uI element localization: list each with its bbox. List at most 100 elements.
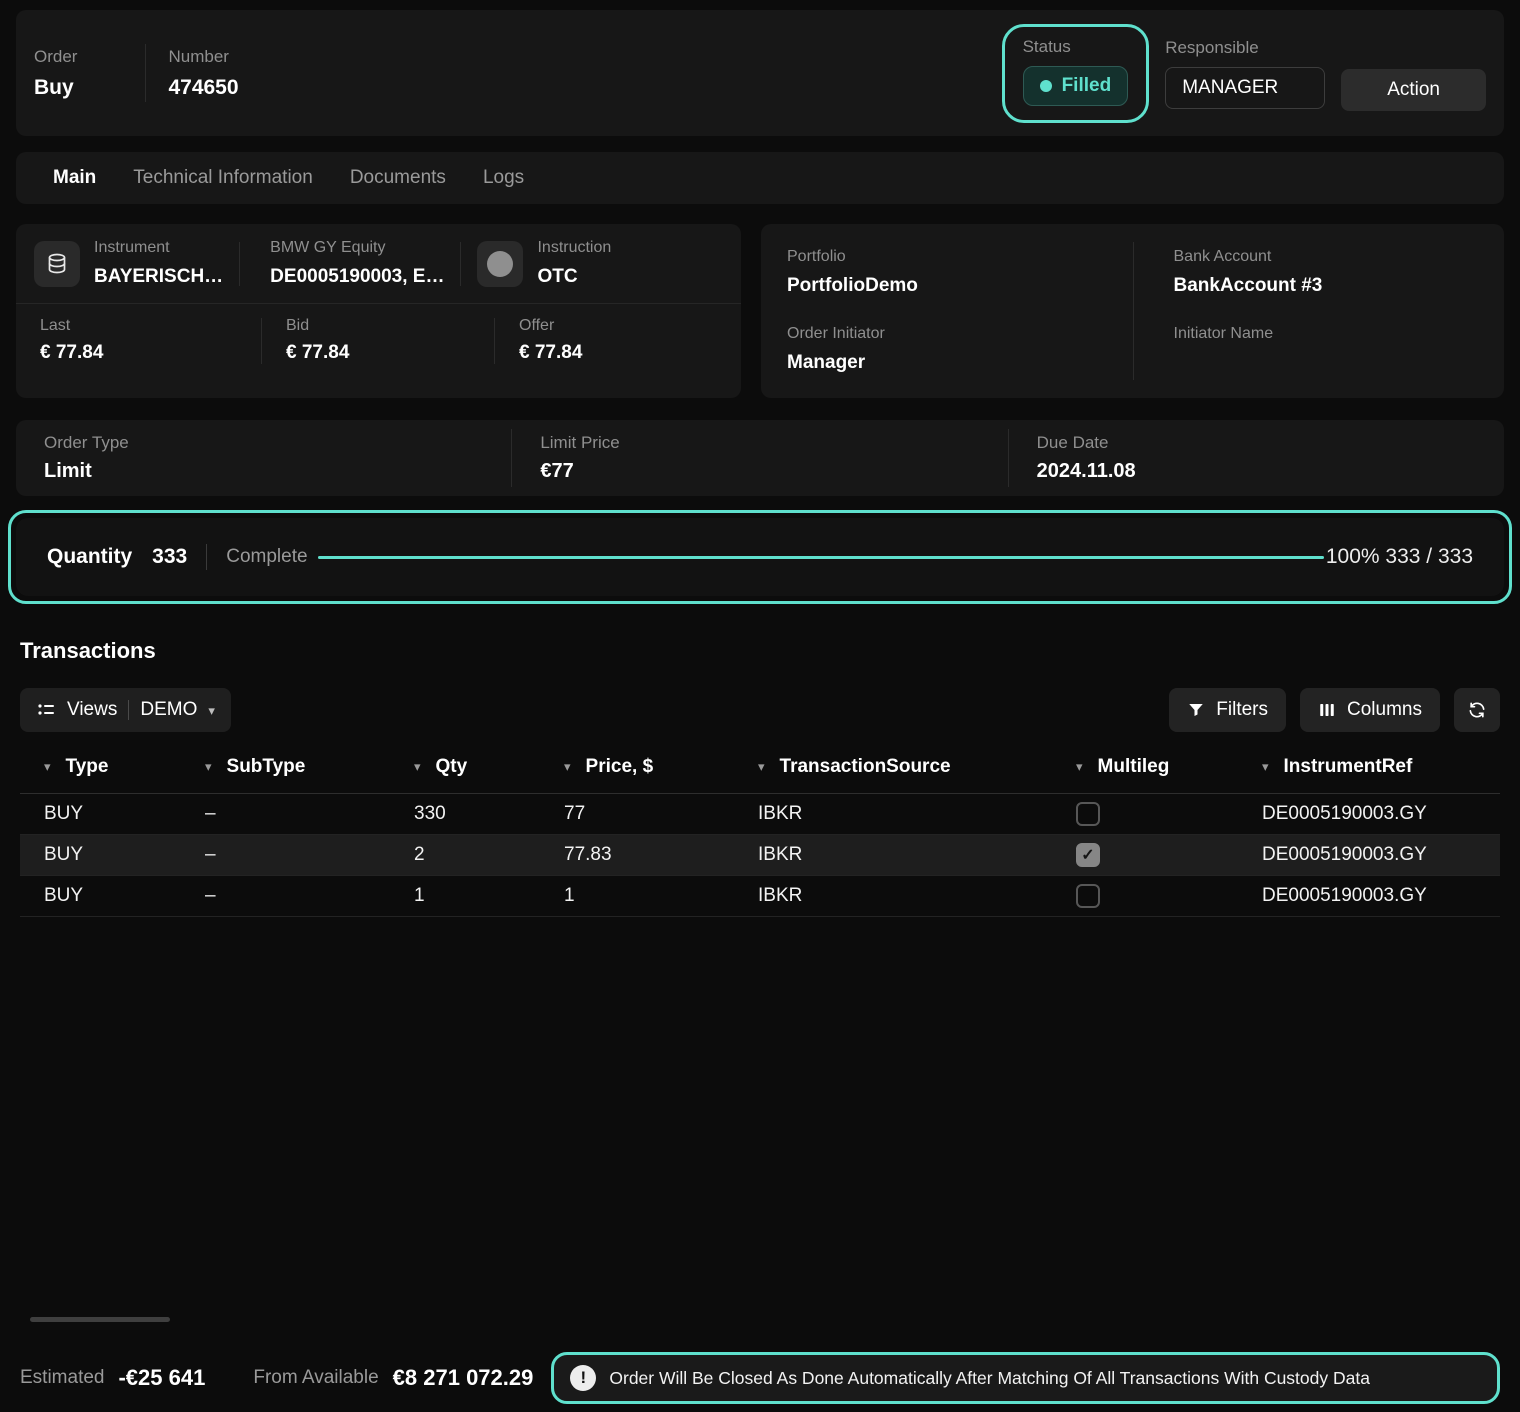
tab-logs[interactable]: Logs [483, 167, 524, 189]
instruction-label: Instruction [537, 239, 611, 257]
transactions-toolbar: Views DEMO ▾ Filters Columns [20, 688, 1500, 732]
filter-funnel-icon [1187, 701, 1205, 719]
views-list-icon [36, 700, 56, 720]
due-date-label: Due Date [1037, 433, 1504, 453]
offer-value: € 77.84 [519, 342, 582, 364]
horizontal-scrollbar-thumb[interactable] [30, 1317, 170, 1322]
sort-caret-icon[interactable]: ▾ [44, 760, 51, 773]
column-label: Multileg [1098, 756, 1170, 778]
from-available-label: From Available [253, 1367, 378, 1389]
column-label: Qty [436, 756, 468, 778]
columns-button[interactable]: Columns [1300, 688, 1440, 732]
bank-account-value: BankAccount #3 [1174, 275, 1505, 297]
limit-price-value: €77 [540, 460, 1007, 483]
cell-multileg: ✓ [1076, 802, 1262, 826]
instrument-value: BAYERISCH… [94, 266, 223, 288]
portfolio-value: PortfolioDemo [787, 275, 1146, 297]
status-dot-icon [1040, 80, 1052, 92]
table-row[interactable]: BUY – 1 1 IBKR ✓ DE0005190003.GY [20, 876, 1500, 917]
last-label: Last [40, 317, 261, 335]
progress-bar [318, 556, 1324, 559]
cell-source: IBKR [758, 844, 1076, 866]
cell-subtype: – [205, 885, 414, 907]
multileg-checkbox[interactable]: ✓ [1076, 843, 1100, 867]
sort-caret-icon[interactable]: ▾ [205, 760, 212, 773]
offer-label: Offer [519, 317, 582, 335]
instrument-label: Instrument [94, 239, 223, 257]
quantity-panel: Quantity 333 Complete 100% 333 / 333 [16, 518, 1504, 596]
tab-main[interactable]: Main [53, 167, 96, 189]
views-value: DEMO [140, 699, 197, 721]
sort-caret-icon[interactable]: ▾ [564, 760, 571, 773]
cell-subtype: – [205, 844, 414, 866]
sort-caret-icon[interactable]: ▾ [1262, 760, 1269, 773]
responsible-label: Responsible [1165, 38, 1325, 58]
status-label: Status [1023, 37, 1129, 57]
transactions-title: Transactions [20, 638, 1500, 664]
sort-caret-icon[interactable]: ▾ [414, 760, 421, 773]
cell-qty: 2 [414, 844, 564, 866]
table-row[interactable]: BUY – 2 77.83 IBKR ✓ DE0005190003.GY [20, 835, 1500, 876]
divider [460, 242, 461, 286]
column-header-type: ▾ Type [44, 756, 205, 778]
order-initiator-field: Order Initiator Manager [787, 325, 1146, 374]
order-type-field: Order Type Limit [16, 429, 511, 487]
due-date-value: 2024.11.08 [1037, 460, 1504, 483]
cell-price: 77 [564, 803, 758, 825]
quantity-highlight: Quantity 333 Complete 100% 333 / 333 [8, 510, 1512, 604]
filters-label: Filters [1216, 699, 1268, 721]
cell-price: 1 [564, 885, 758, 907]
coins-icon [34, 241, 80, 287]
transactions-table: ▾ Type ▾ SubType ▾ Qty ▾ Price, $ ▾ Tran… [20, 740, 1500, 917]
column-header-instrument-ref: ▾ InstrumentRef [1262, 756, 1476, 778]
sort-caret-icon[interactable]: ▾ [758, 760, 765, 773]
order-type-value: Limit [44, 460, 511, 483]
order-page: { "colors": { "accent": "#5fe0cd", "stat… [0, 10, 1520, 1412]
column-label: TransactionSource [780, 756, 951, 778]
column-header-subtype: ▾ SubType [205, 756, 414, 778]
responsible-select[interactable]: MANAGER [1165, 67, 1325, 109]
order-field: Order Buy [34, 47, 77, 100]
divider [239, 242, 240, 286]
tab-technical-information[interactable]: Technical Information [133, 167, 313, 189]
views-dropdown[interactable]: Views DEMO ▾ [20, 688, 231, 732]
column-label: Price, $ [586, 756, 654, 778]
column-label: InstrumentRef [1284, 756, 1413, 778]
action-button[interactable]: Action [1341, 69, 1486, 111]
cell-type: BUY [44, 844, 205, 866]
cell-multileg: ✓ [1076, 843, 1262, 867]
instruction-circle-icon [477, 241, 523, 287]
divider [128, 700, 129, 720]
portfolio-label: Portfolio [787, 248, 1146, 266]
cell-price: 77.83 [564, 844, 758, 866]
tab-bar: Main Technical Information Documents Log… [16, 152, 1504, 204]
check-icon: ✓ [1081, 845, 1094, 865]
filters-button[interactable]: Filters [1169, 688, 1286, 732]
order-initiator-label: Order Initiator [787, 325, 1146, 343]
cell-instrument-ref: DE0005190003.GY [1262, 844, 1476, 866]
cell-source: IBKR [758, 803, 1076, 825]
cell-subtype: – [205, 803, 414, 825]
columns-label: Columns [1347, 699, 1422, 721]
order-type-label: Order Type [44, 433, 511, 453]
table-row[interactable]: BUY – 330 77 IBKR ✓ DE0005190003.GY [20, 794, 1500, 835]
tab-documents[interactable]: Documents [350, 167, 446, 189]
refresh-icon [1467, 700, 1487, 720]
equity-value: DE0005190003, E… [270, 266, 444, 288]
column-label: Type [66, 756, 109, 778]
instrument-field: Instrument BAYERISCH… [94, 239, 223, 288]
header-divider [145, 44, 146, 102]
multileg-checkbox[interactable]: ✓ [1076, 802, 1100, 826]
progress-text: 100% 333 / 333 [1326, 545, 1473, 569]
cell-type: BUY [44, 803, 205, 825]
responsible-value: MANAGER [1182, 77, 1278, 99]
notification-toast: ! Order Will Be Closed As Done Automatic… [551, 1352, 1500, 1404]
order-details-panel: Order Type Limit Limit Price €77 Due Dat… [16, 420, 1504, 496]
multileg-checkbox[interactable]: ✓ [1076, 884, 1100, 908]
estimated-value: -€25 641 [118, 1365, 205, 1391]
order-label: Order [34, 47, 77, 67]
refresh-button[interactable] [1454, 688, 1500, 732]
footer-bar: Estimated -€25 641 From Available €8 271… [0, 1352, 1520, 1404]
bank-account-field: Bank Account BankAccount #3 [1146, 248, 1505, 297]
sort-caret-icon[interactable]: ▾ [1076, 760, 1083, 773]
